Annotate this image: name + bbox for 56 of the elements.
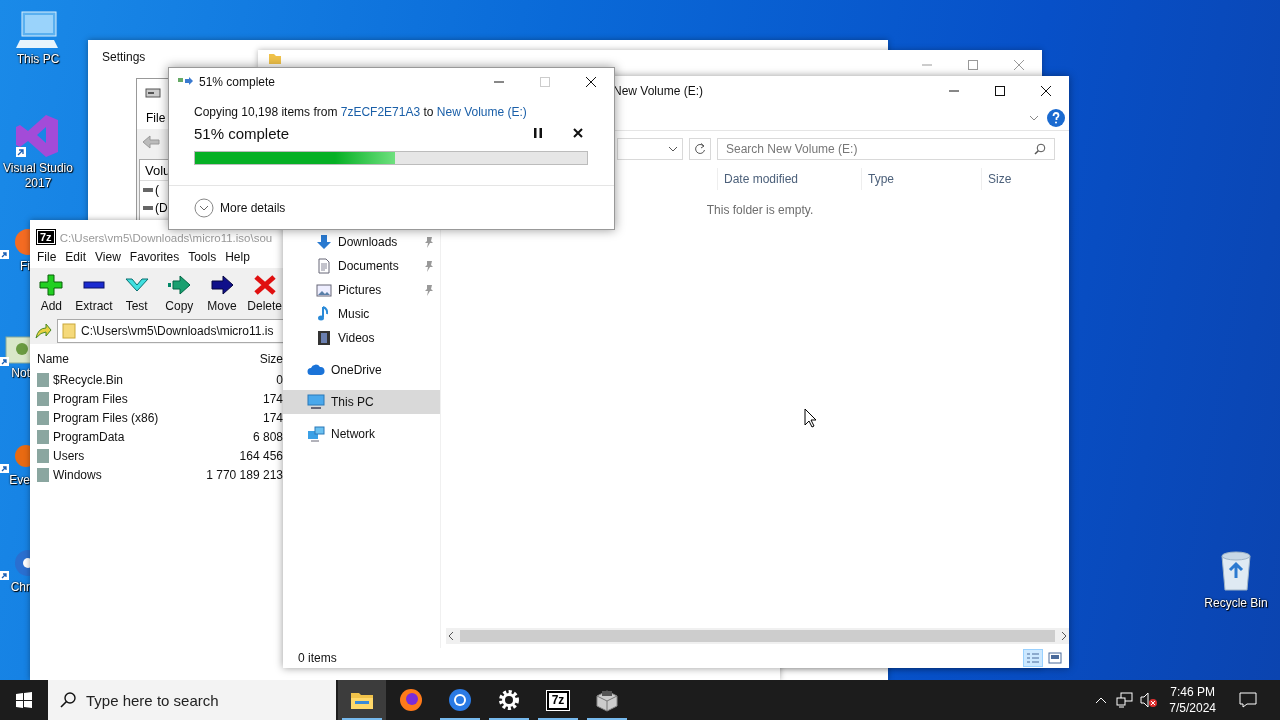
column-header[interactable]: Date modified bbox=[717, 168, 861, 190]
nav-item[interactable]: Network bbox=[283, 422, 440, 446]
status-text: 0 items bbox=[298, 651, 337, 665]
desktop-icon-label[interactable]: Fi bbox=[20, 259, 30, 274]
toolbar-button[interactable]: Extract bbox=[72, 273, 116, 313]
file-size: 174 bbox=[262, 410, 283, 425]
toolbar-button[interactable]: Add bbox=[30, 273, 73, 313]
window-title: Settings bbox=[102, 50, 146, 64]
copy-description: Copying 10,198 items from 7zECF2E71A3 to New Volume (E:) bbox=[194, 104, 528, 120]
more-details-button[interactable]: More details bbox=[194, 197, 286, 218]
file-size: 6 808 bbox=[252, 429, 283, 444]
column-header[interactable]: Size bbox=[981, 168, 1061, 190]
file-name[interactable]: Program Files bbox=[53, 391, 128, 406]
desktop-icon-label[interactable]: This PC bbox=[16, 52, 60, 67]
menu-item[interactable]: Favorites bbox=[125, 250, 185, 264]
desktop-icon-label[interactable]: Not bbox=[11, 366, 30, 381]
search-field[interactable]: Type here to search bbox=[86, 680, 336, 720]
empty-message: This folder is empty. bbox=[705, 203, 815, 217]
progress-heading: 51% complete bbox=[194, 124, 291, 142]
file-size: 1 770 189 213 bbox=[206, 467, 283, 482]
column-header[interactable]: Name bbox=[30, 352, 260, 366]
desktop-icon-label[interactable]: Visual Studio 2017 bbox=[0, 161, 76, 191]
clock[interactable]: 7:46 PM 7/5/2024 bbox=[1161, 684, 1224, 716]
nav-item[interactable]: Downloads bbox=[283, 230, 440, 254]
menu-item[interactable]: File bbox=[33, 250, 62, 264]
toolbar-button[interactable]: Test bbox=[115, 273, 158, 313]
window-title: 51% complete bbox=[199, 75, 276, 89]
file-size: 174 bbox=[262, 391, 283, 406]
nav-item[interactable]: This PC bbox=[283, 390, 440, 414]
column-header[interactable]: Size bbox=[259, 352, 283, 366]
file-name[interactable]: ProgramData bbox=[53, 429, 125, 444]
window-title: C:\Users\vm5\Downloads\micro11.iso\sou bbox=[59, 232, 273, 244]
file-name[interactable]: Windows bbox=[53, 467, 102, 482]
toolbar-button[interactable]: Copy bbox=[158, 273, 201, 313]
menu-item[interactable]: Help bbox=[221, 250, 255, 264]
seven-zip-icon[interactable]: 7z bbox=[546, 690, 570, 710]
desktop-icon-label[interactable]: Recycle Bin bbox=[1204, 596, 1268, 611]
file-name[interactable]: $Recycle.Bin bbox=[53, 372, 124, 387]
file-name[interactable]: Users bbox=[53, 448, 85, 463]
menu-item[interactable]: File bbox=[146, 111, 166, 125]
nav-item[interactable]: OneDrive bbox=[283, 358, 440, 382]
desktop-icon-label[interactable]: Chr bbox=[10, 580, 30, 595]
file-name[interactable]: Program Files (x86) bbox=[53, 410, 159, 425]
menu-item[interactable]: Tools bbox=[184, 250, 222, 264]
file-size: 0 bbox=[276, 372, 283, 387]
file-size: 164 456 bbox=[239, 448, 283, 463]
destination-link[interactable]: New Volume (E:) bbox=[436, 105, 527, 119]
table-cell: ( bbox=[155, 183, 159, 197]
table-cell: (D bbox=[155, 201, 168, 215]
source-link[interactable]: 7zECF2E71A3 bbox=[340, 105, 421, 119]
app-icon: 7z bbox=[37, 230, 55, 244]
menu-item[interactable]: View bbox=[91, 250, 126, 264]
menu-item[interactable]: Edit bbox=[61, 250, 92, 264]
toolbar-button[interactable]: Move bbox=[200, 273, 244, 313]
column-header[interactable]: Type bbox=[861, 168, 981, 190]
desktop-icon-label[interactable]: Eve bbox=[9, 473, 30, 488]
